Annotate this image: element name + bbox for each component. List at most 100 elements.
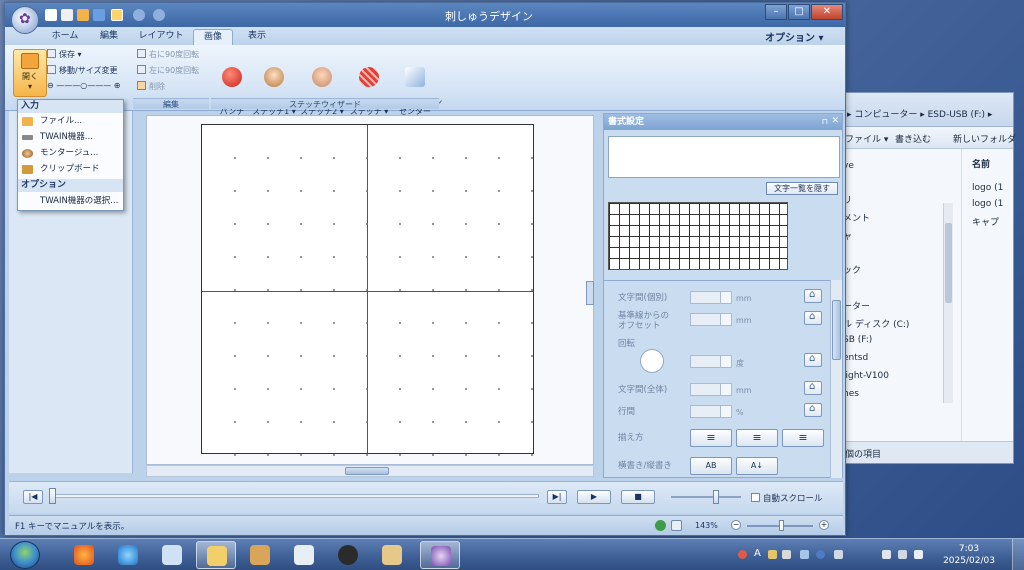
open-folder-icon[interactable] [77, 9, 89, 21]
speed-slider-thumb[interactable] [713, 490, 719, 504]
taskbar-app7[interactable] [328, 541, 368, 569]
taskbar-app8[interactable] [372, 541, 412, 569]
menu-item-clipboard[interactable]: クリップボード [18, 162, 123, 177]
explorer-nav-item[interactable]: ル ディスク (C:) [843, 317, 909, 330]
save-menu[interactable]: 保存 ▾ [47, 49, 82, 60]
align-center-button[interactable]: ≡ [736, 429, 778, 447]
cross-stitch-button[interactable]: クロス ステッチ ▾ [347, 49, 391, 125]
rotate-left-button[interactable]: 左に90度回転 [137, 65, 199, 76]
format-scroll-thumb[interactable] [832, 300, 841, 360]
taskbar-embroidery-app[interactable] [420, 541, 460, 569]
explorer-file-item[interactable]: キャプ [972, 215, 999, 228]
line-spacing-input[interactable] [690, 405, 732, 418]
explorer-nav-scrollbar[interactable] [943, 203, 953, 403]
taskbar-explorer[interactable] [196, 541, 236, 569]
embroidery-hoop-area[interactable] [201, 124, 534, 456]
design-canvas[interactable] [146, 115, 594, 465]
tab-home[interactable]: ホーム [45, 29, 85, 45]
blank-page-icon[interactable] [61, 9, 73, 21]
title-bar[interactable]: 刺しゅうデザイン – □ ✕ [5, 3, 845, 27]
reset-icon[interactable] [804, 403, 822, 417]
pin-icon[interactable]: ⊓ [822, 117, 828, 126]
align-left-button[interactable]: ≡ [690, 429, 732, 447]
network-tray-icon[interactable] [898, 550, 907, 559]
reset-icon[interactable] [804, 311, 822, 325]
zoom-slider-thumb[interactable] [779, 520, 784, 531]
explorer-organize-button[interactable]: ファイル ▾ [845, 132, 888, 145]
explorer-nav-item[interactable]: メント [843, 211, 870, 224]
taskbar-app6[interactable] [284, 541, 324, 569]
play-button[interactable]: ▶ [577, 490, 611, 504]
taskbar-app5[interactable] [240, 541, 280, 569]
app-menu-button[interactable] [11, 6, 39, 34]
zoom-out-button[interactable]: − [731, 520, 741, 530]
vertical-text-button[interactable]: A↓ [736, 457, 778, 475]
page-icon[interactable] [671, 520, 682, 531]
rotation-input[interactable] [690, 355, 732, 368]
photo-stitch1-button[interactable]: フォト ステッチ1 ▾ [251, 49, 297, 125]
move-resize-button[interactable]: 移動/サイズ変更 [47, 65, 117, 76]
explorer-nav-item[interactable]: entsd [843, 353, 868, 363]
text-preview-box[interactable] [608, 136, 840, 178]
options-menu[interactable]: オプション ▾ [765, 29, 824, 44]
tab-image[interactable]: 画像 [193, 29, 233, 45]
hide-char-list-button[interactable]: 文字一覧を隠す [766, 182, 838, 195]
save-icon[interactable] [93, 9, 105, 21]
auto-punch-button[interactable]: オート パンチ [215, 49, 254, 125]
format-panel-scrollbar[interactable] [830, 280, 842, 478]
stop-button[interactable]: ■ [621, 490, 655, 504]
tray-icon[interactable] [782, 550, 791, 559]
explorer-nav-item[interactable]: light-V100 [843, 371, 889, 381]
design-center-button[interactable]: デザイン センター [395, 49, 442, 125]
taskbar-ie[interactable] [108, 541, 148, 569]
start-button[interactable] [10, 541, 40, 569]
auto-scroll-checkbox[interactable]: 自動スクロール [751, 492, 823, 504]
redo-icon[interactable] [153, 9, 165, 21]
char-spacing-all-input[interactable] [690, 383, 732, 396]
photo-stitch2-button[interactable]: フォト ステッチ2 ▾ [299, 49, 345, 125]
reset-icon[interactable] [804, 353, 822, 367]
explorer-nav-item[interactable]: SB (F:) [843, 335, 872, 345]
undo-icon[interactable] [133, 9, 145, 21]
align-right-button[interactable]: ≡ [782, 429, 824, 447]
tab-edit[interactable]: 編集 [89, 29, 129, 45]
tray-icon[interactable] [800, 550, 809, 559]
maximize-button[interactable]: □ [788, 4, 810, 20]
taskbar-firefox[interactable] [64, 541, 104, 569]
explorer-write-button[interactable]: 書き込む [895, 132, 931, 145]
horizontal-text-button[interactable]: AB [690, 457, 732, 475]
explorer-address-bar[interactable]: ▸ コンピューター ▸ ESD-USB (F:) ▸ [837, 93, 1013, 127]
baseline-offset-input[interactable] [690, 313, 732, 326]
delete-image-button[interactable]: 削除 [137, 81, 165, 92]
tab-view[interactable]: 表示 [237, 29, 277, 45]
canvas-horizontal-scrollbar[interactable] [146, 465, 594, 477]
explorer-new-folder-button[interactable]: 新しいフォルダ [953, 132, 1016, 145]
tray-ime-icon[interactable] [738, 550, 747, 559]
skip-end-button[interactable]: ▶| [547, 490, 567, 504]
new-file-icon[interactable] [45, 9, 57, 21]
reset-icon[interactable] [804, 381, 822, 395]
char-spacing-partial-input[interactable] [690, 291, 732, 304]
tray-icon[interactable] [768, 550, 777, 559]
simulation-progress-track[interactable] [49, 494, 539, 498]
menu-item-file[interactable]: ファイル... [18, 114, 123, 129]
help-tray-icon[interactable] [816, 550, 825, 559]
pane-splitter[interactable] [586, 281, 594, 305]
stitch-icon[interactable] [111, 9, 123, 21]
character-grid[interactable] [608, 202, 788, 270]
zoom-in-button[interactable]: + [819, 520, 829, 530]
tray-language[interactable]: A [754, 548, 761, 559]
taskbar-app3[interactable] [152, 541, 192, 569]
open-button[interactable]: 開く ▾ [13, 49, 47, 97]
image-scale-slider[interactable]: ⊖ ———○——— ⊕ [47, 81, 120, 90]
tray-clock[interactable]: 7:03 2025/02/03 [934, 543, 1004, 567]
recycle-icon[interactable] [655, 520, 666, 531]
menu-item-twain-select[interactable]: TWAIN機器の選択... [18, 194, 123, 209]
explorer-column-name[interactable]: 名前 [972, 157, 990, 170]
volume-tray-icon[interactable] [914, 550, 923, 559]
menu-item-twain[interactable]: TWAIN機器... [18, 130, 123, 145]
rotation-dial[interactable] [640, 349, 664, 373]
explorer-breadcrumb[interactable]: ▸ コンピューター ▸ ESD-USB (F:) ▸ [847, 107, 992, 120]
explorer-file-item[interactable]: logo (1 [972, 183, 1003, 193]
close-button[interactable]: ✕ [811, 4, 843, 20]
